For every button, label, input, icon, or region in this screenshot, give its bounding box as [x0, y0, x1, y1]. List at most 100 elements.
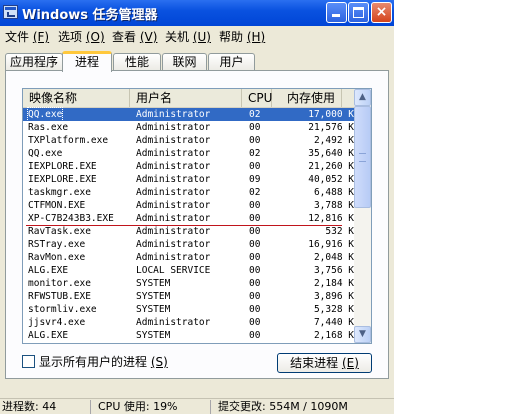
maximize-icon [353, 7, 364, 18]
menu-view[interactable]: 查看 (V) [112, 28, 157, 45]
cell-image-name: taskmgr.exe [28, 187, 91, 198]
cell-image-name: RFWSTUB.EXE [28, 291, 91, 302]
table-row[interactable]: IEXPLORE.EXE Administrator 00 21,260 K [23, 160, 354, 173]
status-cpu-usage: CPU 使用: 19% [98, 400, 178, 413]
cell-cpu: 00 [249, 239, 261, 250]
table-row[interactable]: ALG.EXE LOCAL SERVICE 00 3,756 K [23, 264, 354, 277]
tab-networking[interactable]: 联网 [162, 53, 207, 70]
table-row[interactable]: RFWSTUB.EXE SYSTEM 00 3,896 K [23, 290, 354, 303]
cell-memory: 2,492 K [313, 135, 354, 146]
table-row[interactable]: IEXPLORE.EXE Administrator 09 40,052 K [23, 173, 354, 186]
table-row[interactable]: ALG.EXE SYSTEM 00 2,168 K [23, 329, 354, 342]
table-row[interactable]: XP-C7B243B3.EXE Administrator 00 12,816 K [23, 212, 354, 225]
end-process-button[interactable]: 结束进程 (E) [277, 353, 372, 373]
show-all-users-option[interactable]: 显示所有用户的进程 (S) [22, 353, 168, 370]
task-manager-icon [3, 5, 18, 19]
process-list[interactable]: 映像名称 用户名 CPU 内存使用 QQ.exe Administrator 02 1… [22, 88, 372, 344]
show-all-users-label: 显示所有用户的进程 [39, 355, 148, 369]
cell-user-name: SYSTEM [136, 304, 171, 315]
scroll-thumb[interactable] [354, 106, 371, 208]
table-row[interactable]: stormliv.exe SYSTEM 00 5,328 K [23, 303, 354, 316]
table-row[interactable]: jjsvr4.exe Administrator 00 7,440 K [23, 316, 354, 329]
cell-memory: 16,916 K [308, 239, 354, 250]
cell-memory: 3,896 K [313, 291, 354, 302]
minimize-icon [332, 14, 340, 17]
tab-performance[interactable]: 性能 [113, 53, 161, 70]
menu-shutdown[interactable]: 关机 (U) [165, 28, 211, 45]
menu-file[interactable]: 文件 (F) [5, 28, 49, 45]
cell-image-name: monitor.exe [28, 278, 91, 289]
tab-users[interactable]: 用户 [208, 53, 255, 70]
cell-image-name: XP-C7B243B3.EXE [28, 213, 114, 224]
column-header-cpu[interactable]: CPU [242, 89, 272, 107]
table-row[interactable]: RSTray.exe Administrator 00 16,916 K [23, 238, 354, 251]
column-header-image-name[interactable]: 映像名称 [23, 89, 130, 107]
cell-cpu: 00 [249, 226, 261, 237]
cell-image-name: jjsvr4.exe [28, 317, 86, 328]
cell-user-name: Administrator [136, 317, 211, 328]
cell-memory: 17,000 K [308, 109, 354, 120]
vertical-scrollbar[interactable]: ▲ ▼ [354, 89, 371, 343]
cell-image-name: RavMon.exe [28, 252, 86, 263]
table-row[interactable]: CTFMON.EXE Administrator 00 3,788 K [23, 199, 354, 212]
cell-user-name: Administrator [136, 148, 211, 159]
chevron-up-icon: ▲ [359, 92, 366, 102]
cell-user-name: Administrator [136, 226, 211, 237]
table-row[interactable]: QQ.exe Administrator 02 17,000 K [23, 107, 354, 122]
cell-user-name: Administrator [136, 161, 211, 172]
cell-memory: 5,328 K [313, 304, 354, 315]
table-row[interactable]: Ras.exe Administrator 00 21,576 K [23, 121, 354, 134]
cell-user-name: SYSTEM [136, 278, 171, 289]
show-all-users-checkbox[interactable] [22, 355, 35, 368]
cell-memory: 3,788 K [313, 200, 354, 211]
cell-memory: 3,756 K [313, 265, 354, 276]
cell-image-name: ALG.EXE [28, 330, 69, 341]
cell-user-name: LOCAL SERVICE [136, 265, 211, 276]
column-header-memory[interactable]: 内存使用 [272, 89, 342, 107]
cell-user-name: Administrator [136, 252, 211, 263]
close-icon: × [375, 4, 388, 20]
column-header-user-name[interactable]: 用户名 [130, 89, 242, 107]
cell-cpu: 00 [249, 265, 261, 276]
cell-cpu: 00 [249, 135, 261, 146]
cell-cpu: 00 [249, 200, 261, 211]
cell-image-name: ALG.EXE [28, 265, 69, 276]
tab-processes[interactable]: 进程 [62, 51, 112, 72]
cell-image-name: IEXPLORE.EXE [28, 174, 97, 185]
cell-memory: 40,052 K [308, 174, 354, 185]
table-row[interactable]: monitor.exe SYSTEM 00 2,184 K [23, 277, 354, 290]
cell-memory: 7,440 K [313, 317, 354, 328]
table-row[interactable]: RavMon.exe Administrator 00 2,048 K [23, 251, 354, 264]
cell-user-name: Administrator [136, 200, 211, 211]
cell-image-name: stormliv.exe [28, 304, 97, 315]
menu-options[interactable]: 选项 (O) [58, 28, 105, 45]
menu-help[interactable]: 帮助 (H) [219, 28, 265, 45]
cell-memory: 6,488 K [313, 187, 354, 198]
table-row[interactable]: RavTask.exe Administrator 00 532 K [23, 225, 354, 238]
cell-cpu: 00 [249, 122, 261, 133]
separator-line [26, 225, 342, 226]
scroll-up-button[interactable]: ▲ [354, 89, 371, 106]
title-bar[interactable]: Windows 任务管理器 × [0, 0, 394, 26]
cell-image-name: QQ.exe [28, 148, 63, 159]
status-process-count: 进程数: 44 [2, 400, 57, 413]
maximize-button[interactable] [348, 2, 369, 23]
scroll-down-button[interactable]: ▼ [354, 326, 371, 343]
table-row[interactable]: TXPlatform.exe Administrator 00 2,492 K [23, 134, 354, 147]
cell-cpu: 00 [249, 291, 261, 302]
status-separator [90, 400, 91, 414]
cell-user-name: Administrator [136, 187, 211, 198]
close-button[interactable]: × [371, 2, 392, 23]
cell-cpu: 00 [249, 304, 261, 315]
cell-memory: 21,260 K [308, 161, 354, 172]
cell-image-name: RSTray.exe [28, 239, 86, 250]
cell-user-name: Administrator [136, 122, 211, 133]
cell-user-name: Administrator [136, 174, 211, 185]
tab-applications[interactable]: 应用程序 [5, 53, 63, 70]
minimize-button[interactable] [326, 2, 347, 23]
table-row[interactable]: QQ.exe Administrator 02 35,640 K [23, 147, 354, 160]
cell-memory: 21,576 K [308, 122, 354, 133]
cell-cpu: 00 [249, 252, 261, 263]
status-commit-charge: 提交更改: 554M / 1090M [218, 400, 348, 413]
table-row[interactable]: taskmgr.exe Administrator 02 6,488 K [23, 186, 354, 199]
